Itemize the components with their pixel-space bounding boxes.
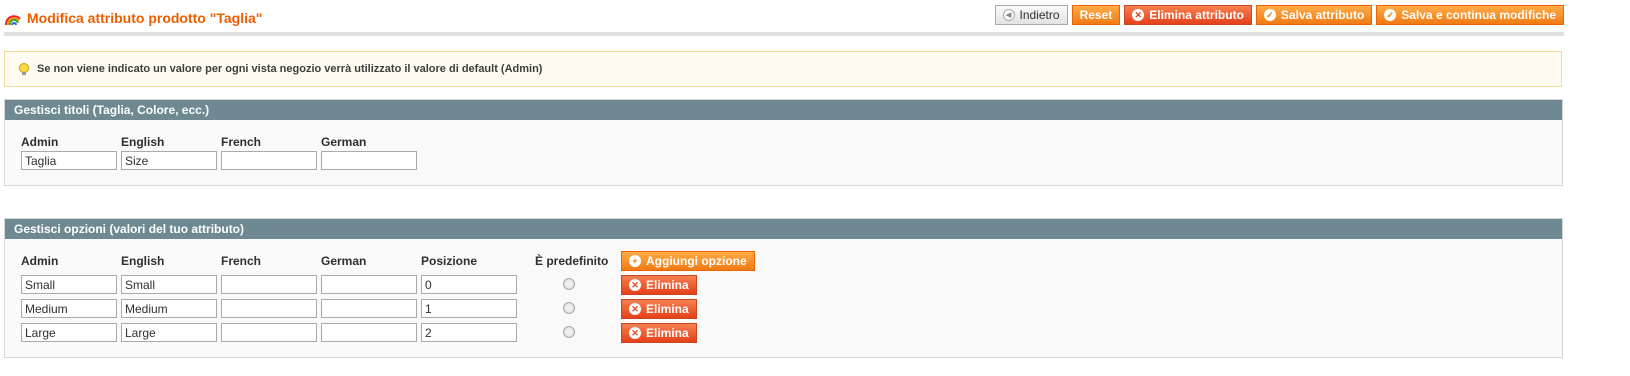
- column-label-admin: Admin: [21, 135, 59, 149]
- check-icon: ✓: [1384, 9, 1397, 21]
- title-english-input[interactable]: [121, 151, 217, 170]
- back-arrow-icon: ◀: [1002, 9, 1015, 21]
- option-admin-input[interactable]: [21, 275, 117, 294]
- lightbulb-icon: [19, 63, 29, 75]
- titles-section: Gestisci titoli (Taglia, Colore, ecc.) A…: [4, 99, 1563, 186]
- option-english-input[interactable]: [121, 323, 217, 342]
- delete-attribute-label: Elimina attributo: [1149, 8, 1244, 22]
- title-admin-input[interactable]: [21, 151, 117, 170]
- check-icon: ✓: [1263, 9, 1276, 21]
- delete-icon: ✕: [1132, 9, 1145, 21]
- option-english-input[interactable]: [121, 275, 217, 294]
- notice-text: Se non viene indicato un valore per ogni…: [37, 63, 543, 75]
- option-french-input[interactable]: [221, 323, 317, 342]
- notice-message: Se non viene indicato un valore per ogni…: [4, 51, 1562, 87]
- titles-section-heading: Gestisci titoli (Taglia, Colore, ecc.): [5, 100, 1562, 120]
- title-wrap: Modifica attributo prodotto "Taglia": [4, 7, 262, 29]
- option-position-input[interactable]: [421, 275, 517, 294]
- titles-column-labels: Admin English French German: [5, 133, 1562, 151]
- delete-attribute-button[interactable]: ✕ Elimina attributo: [1124, 5, 1252, 25]
- delete-option-button[interactable]: ✕ Elimina: [621, 275, 697, 295]
- back-button[interactable]: ◀ Indietro: [994, 5, 1068, 25]
- title-german-input[interactable]: [321, 151, 417, 170]
- save-continue-label: Salva e continua modifiche: [1401, 8, 1556, 22]
- save-attribute-button[interactable]: ✓ Salva attributo: [1255, 5, 1373, 25]
- delete-option-label: Elimina: [646, 326, 689, 340]
- header-actions: ◀ Indietro Reset ✕ Elimina attributo ✓ S…: [994, 5, 1564, 25]
- option-german-input[interactable]: [321, 275, 417, 294]
- default-radio[interactable]: [563, 278, 575, 290]
- column-label-german: German: [321, 254, 367, 268]
- option-french-input[interactable]: [221, 299, 317, 318]
- options-section: Gestisci opzioni (valori del tuo attribu…: [4, 218, 1563, 358]
- delete-icon: ✕: [629, 303, 641, 315]
- default-radio[interactable]: [563, 326, 575, 338]
- option-admin-input[interactable]: [21, 323, 117, 342]
- reset-button-label: Reset: [1079, 8, 1113, 22]
- page-header: Modifica attributo prodotto "Taglia" ◀ I…: [4, 0, 1564, 36]
- option-row: ✕ Elimina: [5, 323, 1562, 347]
- option-row: ✕ Elimina: [5, 275, 1562, 299]
- option-position-input[interactable]: [421, 299, 517, 318]
- reset-button[interactable]: Reset: [1071, 5, 1121, 25]
- column-label-admin: Admin: [21, 254, 59, 268]
- column-label-german: German: [321, 135, 367, 149]
- option-english-input[interactable]: [121, 299, 217, 318]
- delete-option-button[interactable]: ✕ Elimina: [621, 299, 697, 319]
- default-radio[interactable]: [563, 302, 575, 314]
- rainbow-icon: [4, 15, 21, 26]
- add-option-button[interactable]: + Aggiungi opzione: [621, 251, 755, 271]
- options-section-heading: Gestisci opzioni (valori del tuo attribu…: [5, 219, 1562, 239]
- column-label-french: French: [221, 254, 262, 268]
- column-label-position: Posizione: [421, 254, 478, 268]
- plus-icon: +: [629, 255, 641, 267]
- option-position-input[interactable]: [421, 323, 517, 342]
- save-attribute-label: Salva attributo: [1280, 8, 1365, 22]
- option-row: ✕ Elimina: [5, 299, 1562, 323]
- page-title: Modifica attributo prodotto "Taglia": [27, 10, 263, 26]
- option-german-input[interactable]: [321, 299, 417, 318]
- delete-icon: ✕: [629, 327, 641, 339]
- delete-option-button[interactable]: ✕ Elimina: [621, 323, 697, 343]
- options-column-labels: Admin English French German Posizione È …: [5, 251, 1562, 272]
- option-admin-input[interactable]: [21, 299, 117, 318]
- delete-icon: ✕: [629, 279, 641, 291]
- column-label-english: English: [121, 254, 165, 268]
- titles-input-row: [5, 151, 1562, 175]
- column-label-french: French: [221, 135, 262, 149]
- option-german-input[interactable]: [321, 323, 417, 342]
- title-french-input[interactable]: [221, 151, 317, 170]
- option-french-input[interactable]: [221, 275, 317, 294]
- column-label-english: English: [121, 135, 165, 149]
- column-label-is-default: È predefinito: [535, 254, 609, 268]
- back-button-label: Indietro: [1019, 8, 1060, 22]
- delete-option-label: Elimina: [646, 278, 689, 292]
- save-continue-button[interactable]: ✓ Salva e continua modifiche: [1376, 5, 1564, 25]
- delete-option-label: Elimina: [646, 302, 689, 316]
- add-option-label: Aggiungi opzione: [646, 254, 747, 268]
